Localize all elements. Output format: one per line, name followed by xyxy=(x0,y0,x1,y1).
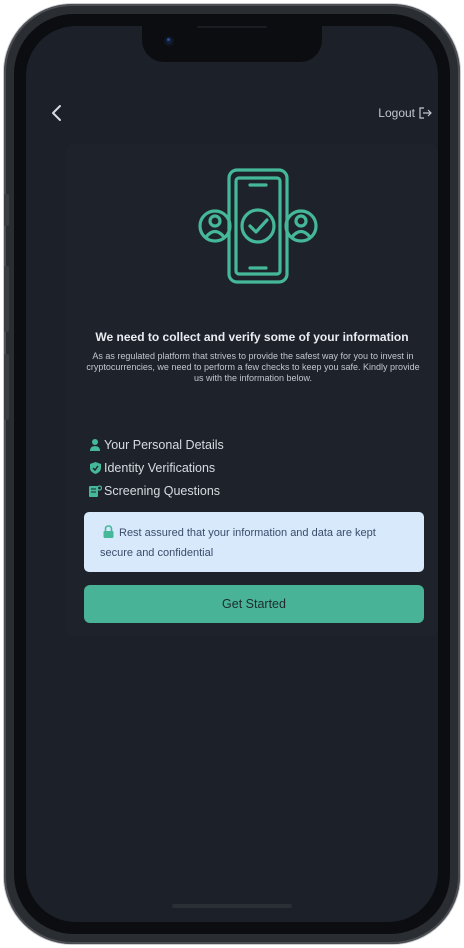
phone-bezel: Logout We need to collect and verify som… xyxy=(14,14,450,934)
questionnaire-icon xyxy=(88,484,102,498)
chevron-left-icon xyxy=(52,105,61,121)
list-item-personal-details: Your Personal Details xyxy=(88,433,224,456)
speaker xyxy=(197,26,267,28)
shield-check-icon xyxy=(88,461,102,475)
list-item-label: Screening Questions xyxy=(104,483,221,498)
card-description: As as regulated platform that strives to… xyxy=(86,351,420,383)
front-camera xyxy=(164,36,174,46)
logout-arrow-icon xyxy=(419,107,432,119)
phone-notch xyxy=(142,26,322,62)
list-item-screening-questions: Screening Questions xyxy=(88,479,224,502)
phone-silent-switch xyxy=(4,194,9,226)
list-item-label: Identity Verifications xyxy=(104,460,216,475)
card-title: We need to collect and verify some of yo… xyxy=(95,330,409,344)
phone-frame: Logout We need to collect and verify som… xyxy=(4,4,460,944)
logout-label: Logout xyxy=(378,106,415,120)
verification-card: We need to collect and verify some of yo… xyxy=(66,144,438,636)
back-button[interactable] xyxy=(46,102,68,124)
get-started-button[interactable]: Get Started xyxy=(84,585,424,623)
requirements-list: Your Personal Details Identity Verificat… xyxy=(88,433,224,502)
privacy-notice: Rest assured that your information and d… xyxy=(84,512,424,572)
list-item-label: Your Personal Details xyxy=(104,437,224,452)
phone-volume-up-button xyxy=(4,266,9,332)
phone-volume-down-button xyxy=(4,354,9,420)
logout-button[interactable]: Logout xyxy=(378,106,432,120)
app-screen: Logout We need to collect and verify som… xyxy=(26,26,438,922)
lock-icon xyxy=(102,525,115,544)
home-indicator xyxy=(172,904,292,908)
list-item-identity-verifications: Identity Verifications xyxy=(88,456,224,479)
privacy-notice-text: Rest assured that your information and d… xyxy=(100,527,376,559)
phone-verified-users-icon xyxy=(198,168,318,284)
user-icon xyxy=(88,438,102,452)
